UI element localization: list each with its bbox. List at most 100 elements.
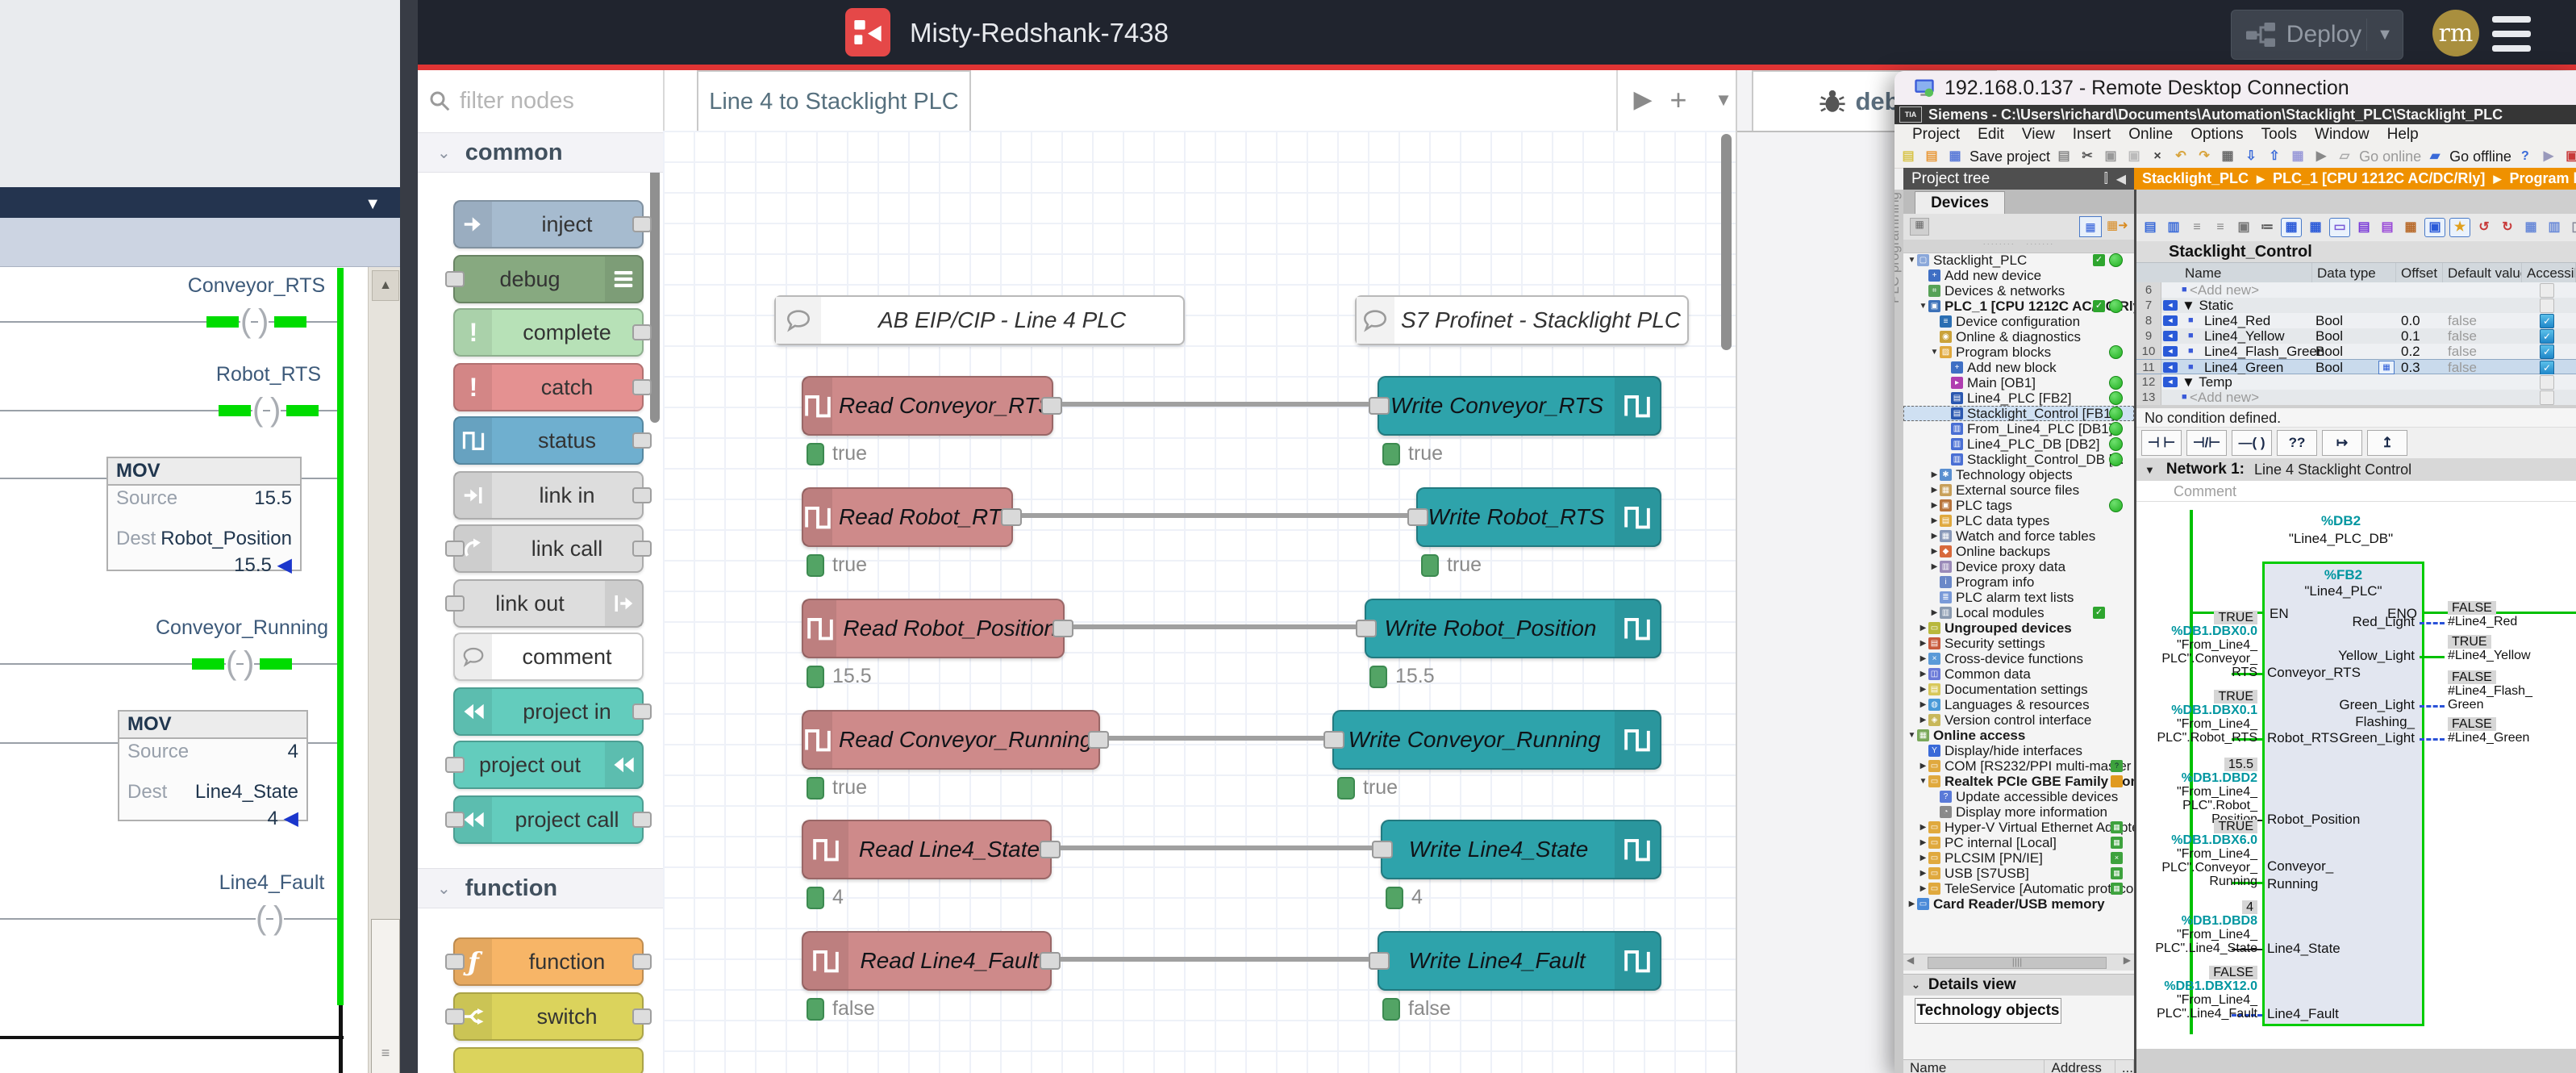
mov-instruction[interactable]: MOVSource15.5DestRobot_Position15.5 ◀ [106, 457, 302, 571]
canvas-scrollbar-thumb[interactable] [1721, 134, 1732, 350]
node-output-port[interactable] [1040, 952, 1061, 970]
tag-row[interactable]: 10◄Line4_Flash_Green■Bool0.2false✓ [2136, 344, 2576, 359]
network-collapse-icon[interactable]: ▼ [2145, 464, 2155, 476]
column-header-default-value[interactable]: Default value [2443, 263, 2522, 283]
tree-expand-icon[interactable]: ▶ [1918, 762, 1928, 770]
tree-expand-icon[interactable]: ▶ [1929, 501, 1940, 510]
tree-collapse-icon[interactable]: ▼ [1929, 348, 1940, 357]
tree-expand-icon[interactable]: ▶ [1929, 547, 1940, 556]
network-comment[interactable]: Comment [2136, 481, 2576, 502]
toolbar-icon[interactable]: ✂ [2078, 148, 2097, 165]
toolbar-icon[interactable]: ▦ [1945, 148, 1965, 165]
tag-toolbar-icon[interactable]: ▦ [2281, 218, 2302, 237]
tag-row[interactable]: 9◄Line4_Yellow■Bool0.1false✓ [2136, 328, 2576, 344]
contact-symbol[interactable]: ) [270, 398, 281, 422]
tag-row[interactable]: 13<Add new>■ [2136, 390, 2576, 405]
tag-name[interactable]: Line4_Red [2204, 313, 2325, 328]
contact-symbol[interactable]: ) [258, 309, 269, 333]
toolbar-icon[interactable]: ▤ [2054, 148, 2074, 165]
tab-devices[interactable]: Devices [1915, 191, 2005, 215]
tree-item[interactable]: ▼▭Realtek PCIe GBE Family Con... [1903, 774, 2134, 789]
toolbar-icon[interactable]: ↷ [2195, 148, 2214, 165]
tree-item[interactable]: ▤Line4_PLC [FB2] [1903, 390, 2134, 406]
toolbar-icon[interactable]: ▣ [2124, 148, 2144, 165]
toolbar-icon[interactable]: ▤ [1899, 148, 1918, 165]
write-node[interactable]: Write Robot_RTS [1416, 487, 1661, 547]
tree-expand-icon[interactable]: ▶ [1918, 700, 1928, 709]
deploy-options-caret[interactable]: ▼ [2367, 26, 2403, 44]
node-output-port[interactable] [1088, 731, 1109, 749]
write-node[interactable]: Write Conveyor_Running [1332, 710, 1661, 770]
menu-window[interactable]: Window [2315, 126, 2370, 144]
toolbar-icon[interactable]: ▱ [2335, 148, 2354, 165]
tree-item[interactable]: ▶▥Local modules✓ [1903, 605, 2134, 620]
tree-expand-icon[interactable]: ▶ [1918, 869, 1928, 878]
tree-expand-icon[interactable]: ▶ [1929, 470, 1940, 479]
lad-element-button[interactable]: ↦ [2322, 430, 2362, 456]
accessible-checkbox[interactable]: ✓ [2540, 314, 2554, 328]
flow-canvas[interactable]: AB EIP/CIP - Line 4 PLCS7 Profinet - Sta… [663, 131, 1736, 1073]
node-output-port[interactable] [632, 324, 652, 340]
tag-toolbar-icon[interactable]: ≡ [2211, 219, 2230, 236]
tree-item[interactable]: ▶×Cross-device functions [1903, 651, 2134, 666]
menu-tools[interactable]: Tools [2261, 126, 2297, 144]
tree-collapse-icon[interactable]: ▼ [1907, 731, 1917, 740]
tag-toolbar-icon[interactable]: ▤ [2378, 219, 2397, 236]
tag-toolbar-icon[interactable]: ▦ [2306, 219, 2325, 236]
tree-expand-icon[interactable]: ▶ [1918, 639, 1928, 648]
node-output-port[interactable] [1041, 397, 1062, 415]
network-header[interactable]: ▼ Network 1: Line 4 Stacklight Control [2136, 458, 2576, 481]
tag-toolbar-icon[interactable]: ★ [2449, 218, 2470, 237]
column-header-name[interactable]: Name [2180, 263, 2312, 283]
toolbar-icon[interactable]: ▰ [2425, 148, 2445, 165]
toolbar-label-go-offline[interactable]: Go offline [2449, 148, 2511, 165]
tag-toolbar-icon[interactable]: ↻ [2498, 219, 2517, 236]
tag-toolbar-icon[interactable]: ▦ [2521, 219, 2541, 236]
output-operand[interactable]: FALSE#Line4_Red [2448, 601, 2576, 628]
contact-symbol[interactable]: ) [273, 906, 284, 930]
tree-item[interactable]: ▶▭PC internal [Local]▦ [1903, 835, 2134, 850]
palette-node-project out[interactable]: project out [453, 741, 644, 789]
node-input-port[interactable] [1323, 731, 1344, 749]
details-view-tab[interactable]: Technology objects [1915, 998, 2061, 1024]
tree-item[interactable]: +Add new device [1903, 268, 2134, 283]
menu-online[interactable]: Online [2128, 126, 2173, 144]
node-output-port[interactable] [632, 541, 652, 557]
palette-node-project call[interactable]: project call [453, 795, 644, 844]
node-output-port[interactable] [632, 704, 652, 720]
tree-hscrollbar[interactable]: ◀▶ |||| [1903, 954, 2134, 971]
flow-tab[interactable]: Line 4 to Stacklight PLC [697, 70, 971, 132]
palette-search[interactable]: filter nodes [427, 81, 645, 120]
tree-item[interactable]: ▶▦Watch and force tables [1903, 528, 2134, 544]
ladder-rung-canvas[interactable] [0, 267, 368, 1073]
toolbar-icon[interactable]: ⇧ [2265, 148, 2284, 165]
tree-expand-icon[interactable]: ▶ [1918, 823, 1928, 832]
tag-toolbar-icon[interactable]: ▣ [2424, 218, 2445, 237]
tag-name[interactable]: ▼ Temp [2182, 374, 2303, 390]
details-view-header[interactable]: ⌄Details view [1903, 974, 2134, 996]
tree-collapse-icon[interactable]: ▼ [1907, 256, 1917, 265]
ladder-scrollbar[interactable]: ▲ ≡ [368, 267, 401, 1073]
tree-expand-icon[interactable]: ▶ [1918, 854, 1928, 862]
node-output-port[interactable] [632, 1008, 652, 1025]
tree-item[interactable]: ▶▭COM [RS232/PPI multi-master c... [1903, 758, 2134, 774]
node-output-port[interactable] [1001, 508, 1022, 526]
tag-row[interactable]: 6<Add new>■ [2136, 282, 2576, 298]
contact-symbol[interactable]: ( [240, 309, 251, 333]
tree-expand-icon[interactable]: ▶ [1907, 900, 1917, 908]
breadcrumb-item[interactable]: Program blocks [2509, 170, 2576, 187]
tree-item[interactable]: ◉Online & diagnostics [1903, 329, 2134, 344]
tree-item[interactable]: ▶▭USB [S7USB]▦ [1903, 866, 2134, 881]
tag-datatype[interactable]: Bool [2315, 344, 2378, 359]
palette-node-function[interactable]: ƒfunction [453, 937, 644, 986]
palette-node-complete[interactable]: !complete [453, 308, 644, 357]
input-operand[interactable]: TRUE%DB1.DBX0.0"From_Line4_PLC".Conveyor… [2136, 611, 2257, 679]
deploy-button[interactable]: Deploy ▼ [2231, 10, 2403, 60]
palette-section-common[interactable]: ⌄common [418, 132, 663, 173]
read-node[interactable]: Read Conveyor_RTS [802, 376, 1053, 436]
palette-node-link out[interactable]: link out [453, 579, 644, 628]
node-input-port[interactable] [445, 1008, 465, 1025]
lad-element-button[interactable]: ⊣ ⊢ [2141, 430, 2182, 456]
tag-name[interactable]: ▼ Static [2182, 298, 2303, 313]
node-input-port[interactable] [1369, 397, 1390, 415]
